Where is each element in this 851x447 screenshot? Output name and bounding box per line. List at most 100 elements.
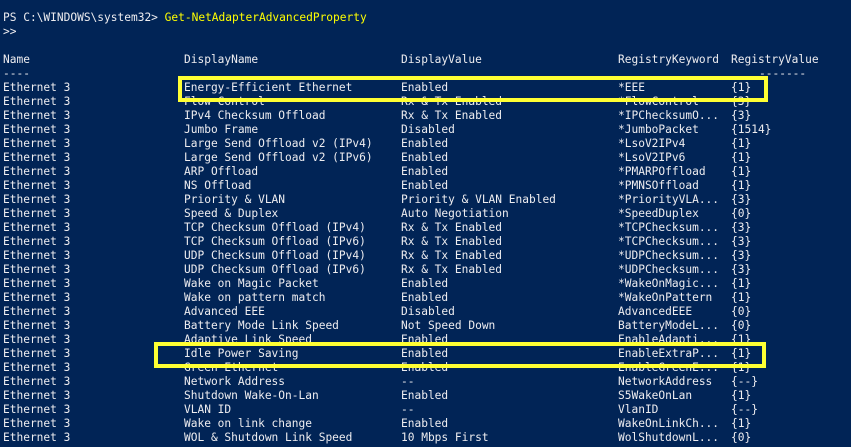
cell-registryvalue: {1} <box>731 291 752 304</box>
cell-displayname: Adaptive Link Speed <box>184 333 312 346</box>
table-row: Ethernet 3 TCP Checksum Offload (IPv4) Rx … <box>3 221 851 235</box>
cell-registrykeyword: *FlowControl <box>618 95 699 108</box>
cell-registryvalue: {0} <box>731 431 752 444</box>
header-registrykeyword: RegistryKeyword <box>618 53 720 66</box>
cell-name: Ethernet 3 <box>3 347 71 360</box>
cell-displayname: Shutdown Wake-On-Lan <box>184 389 319 402</box>
continuation-line: >> <box>3 25 17 38</box>
table-row: Ethernet 3 NS Offload Enabled *PMNSOffload {… <box>3 179 851 193</box>
cell-displayvalue: Enabled <box>401 179 449 192</box>
cell-registryvalue: {1} <box>731 137 752 150</box>
cell-displayname: Speed & Duplex <box>184 207 279 220</box>
cell-name: Ethernet 3 <box>3 109 71 122</box>
cell-displayname: TCP Checksum Offload (IPv6) <box>184 235 366 248</box>
table-row: Ethernet 3 Large Send Offload v2 (IPv6) En… <box>3 151 851 165</box>
table-row: Ethernet 3 Large Send Offload v2 (IPv4) En… <box>3 137 851 151</box>
table-row: Ethernet 3 Wake on pattern match Enabled *W… <box>3 291 851 305</box>
cell-displayvalue: Rx & Tx Enabled <box>401 263 503 276</box>
table-row: Ethernet 3 Adaptive Link Speed Enabled Enab… <box>3 333 851 347</box>
cell-registryvalue: {--} <box>731 403 758 416</box>
cell-name: Ethernet 3 <box>3 81 71 94</box>
cell-displayvalue: Auto Negotiation <box>401 207 509 220</box>
cell-displayname: Large Send Offload v2 (IPv4) <box>184 137 373 150</box>
cell-displayvalue: Enabled <box>401 165 449 178</box>
cell-displayvalue: Enabled <box>401 151 449 164</box>
cell-displayname: Network Address <box>184 375 286 388</box>
cell-registrykeyword: VlanID <box>618 403 659 416</box>
cell-displayname: Battery Mode Link Speed <box>184 319 339 332</box>
cell-name: Ethernet 3 <box>3 305 71 318</box>
table-row: Ethernet 3 Shutdown Wake-On-Lan Enabled S5W… <box>3 389 851 403</box>
cell-displayname: NS Offload <box>184 179 252 192</box>
table-row: Ethernet 3 Speed & Duplex Auto Negotiation… <box>3 207 851 221</box>
cell-name: Ethernet 3 <box>3 431 71 444</box>
header-registryvalue: RegistryValue <box>731 53 819 66</box>
cell-registrykeyword: *TCPChecksum... <box>618 235 720 248</box>
cell-registryvalue: {1} <box>731 333 752 346</box>
cell-registrykeyword: *UDPChecksum... <box>618 263 720 276</box>
cell-displayname: Wake on Magic Packet <box>184 277 319 290</box>
cell-registryvalue: {3} <box>731 109 752 122</box>
cell-registrykeyword: *PMARPOffload <box>618 165 706 178</box>
separator-registryvalue: ------- <box>759 67 807 80</box>
cell-displayname: UDP Checksum Offload (IPv6) <box>184 263 366 276</box>
cell-registrykeyword: *EEE <box>618 81 645 94</box>
table-row: Ethernet 3 Idle Power Saving Enabled Enable… <box>3 347 851 361</box>
cell-name: Ethernet 3 <box>3 375 71 388</box>
cell-registryvalue: {3} <box>731 263 752 276</box>
cell-displayname: Energy-Efficient Ethernet <box>184 81 353 94</box>
cell-registryvalue: {1} <box>731 347 752 360</box>
cell-displayname: Priority & VLAN <box>184 193 286 206</box>
cell-displayname: WOL & Shutdown Link Speed <box>184 431 353 444</box>
cell-displayname: Idle Power Saving <box>184 347 299 360</box>
cell-registrykeyword: *JumboPacket <box>618 123 699 136</box>
cell-name: Ethernet 3 <box>3 249 71 262</box>
cell-name: Ethernet 3 <box>3 263 71 276</box>
table-row: Ethernet 3 Energy-Efficient Ethernet Enabl… <box>3 81 851 95</box>
cell-registrykeyword: *PMNSOffload <box>618 179 699 192</box>
cell-displayname: Wake on pattern match <box>184 291 326 304</box>
cell-registryvalue: {3} <box>731 235 752 248</box>
cell-displayvalue: Priority & VLAN Enabled <box>401 193 556 206</box>
cell-name: Ethernet 3 <box>3 193 71 206</box>
cell-registryvalue: {1514} <box>731 123 772 136</box>
cell-displayvalue: 10 Mbps First <box>401 431 489 444</box>
table-row: Ethernet 3 Jumbo Frame Disabled *JumboPacke… <box>3 123 851 137</box>
cell-registrykeyword: BatteryModeL... <box>618 319 720 332</box>
cell-registryvalue: {1} <box>731 179 752 192</box>
cell-displayname: IPv4 Checksum Offload <box>184 109 326 122</box>
cell-registryvalue: {3} <box>731 95 752 108</box>
cell-name: Ethernet 3 <box>3 179 71 192</box>
prompt-prefix: PS C:\WINDOWS\system32> <box>3 11 165 24</box>
cell-registryvalue: {1} <box>731 277 752 290</box>
cell-name: Ethernet 3 <box>3 123 71 136</box>
cell-displayvalue: Enabled <box>401 291 449 304</box>
cell-registrykeyword: *IPChecksumO... <box>618 109 720 122</box>
cell-name: Ethernet 3 <box>3 151 71 164</box>
cell-displayname: VLAN ID <box>184 403 232 416</box>
cell-registryvalue: {1} <box>731 165 752 178</box>
cell-registryvalue: {1} <box>731 81 752 94</box>
cell-registryvalue: {0} <box>731 305 752 318</box>
cell-name: Ethernet 3 <box>3 389 71 402</box>
cell-displayname: UDP Checksum Offload (IPv4) <box>184 249 366 262</box>
powershell-console[interactable]: PS C:\WINDOWS\system32> Get-NetAdapterAd… <box>0 0 851 447</box>
cell-displayvalue: Enabled <box>401 389 449 402</box>
cell-name: Ethernet 3 <box>3 235 71 248</box>
cell-registryvalue: {0} <box>731 319 752 332</box>
cell-registryvalue: {3} <box>731 249 752 262</box>
cell-name: Ethernet 3 <box>3 95 71 108</box>
table-row: Ethernet 3 Green Ethernet Enabled EnableGre… <box>3 361 851 375</box>
cell-registrykeyword: *UDPChecksum... <box>618 249 720 262</box>
cell-registrykeyword: *LsoV2IPv4 <box>618 137 686 150</box>
table-row: Ethernet 3 Advanced EEE Disabled AdvancedEE… <box>3 305 851 319</box>
cell-name: Ethernet 3 <box>3 137 71 150</box>
cell-registrykeyword: *PriorityVLA... <box>618 193 720 206</box>
command-text: Get-NetAdapterAdvancedProperty <box>164 11 367 24</box>
cell-registryvalue: {3} <box>731 221 752 234</box>
cell-displayvalue: Enabled <box>401 333 449 346</box>
table-row: Ethernet 3 IPv4 Checksum Offload Rx & Tx E… <box>3 109 851 123</box>
separator-name: ---- <box>3 67 30 80</box>
table-row: Ethernet 3 ARP Offload Enabled *PMARPOffloa… <box>3 165 851 179</box>
cell-displayvalue: Enabled <box>401 277 449 290</box>
